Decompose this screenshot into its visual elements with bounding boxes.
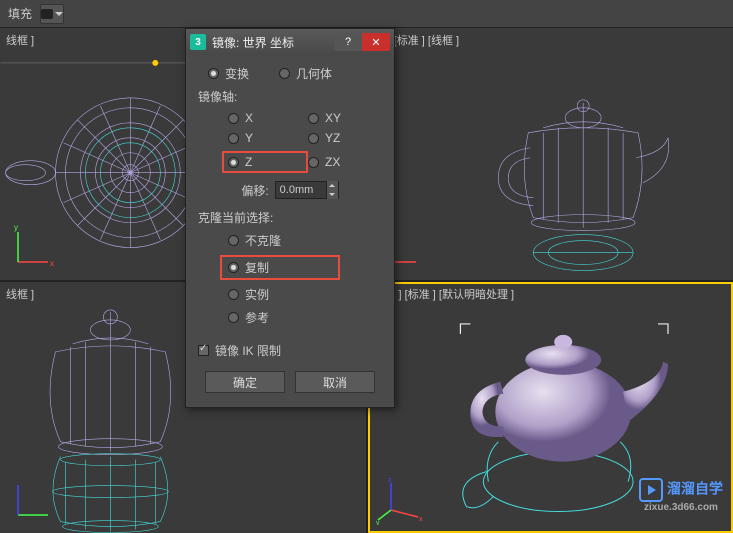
- axis-z-label: Z: [245, 155, 252, 169]
- axis-xy-radio[interactable]: XY: [308, 111, 368, 125]
- play-icon: [639, 478, 663, 502]
- axis-gizmo-perspective: x y z: [376, 475, 426, 525]
- radio-icon: [208, 68, 219, 79]
- fill-color-button[interactable]: [40, 4, 64, 24]
- mode-geometry-radio[interactable]: 几何体: [279, 65, 332, 82]
- axis-gizmo-top: x y: [8, 222, 58, 272]
- cancel-button[interactable]: 取消: [295, 371, 375, 393]
- spinner-up-button[interactable]: [326, 181, 338, 190]
- viewport-top-label: 线框 ]: [6, 32, 34, 48]
- clone-instance-radio[interactable]: 实例: [228, 286, 382, 303]
- axis-x-radio[interactable]: X: [228, 111, 308, 125]
- clone-copy-radio[interactable]: 复制: [220, 255, 340, 280]
- fill-label: 填充: [8, 5, 32, 22]
- svg-text:y: y: [14, 223, 18, 232]
- axis-zx-radio[interactable]: ZX: [308, 151, 368, 173]
- radio-icon: [308, 113, 319, 124]
- clone-none-radio[interactable]: 不克隆: [228, 232, 382, 249]
- axis-zx-label: ZX: [325, 155, 340, 169]
- watermark: 溜溜自学 zixue.3d66.com: [639, 478, 723, 513]
- axis-x-label: X: [245, 111, 253, 125]
- clone-section-label: 克隆当前选择:: [198, 209, 382, 226]
- axis-z-radio[interactable]: Z: [222, 151, 308, 173]
- svg-text:z: z: [388, 477, 392, 484]
- clone-instance-label: 实例: [245, 286, 269, 303]
- offset-label: 偏移:: [241, 182, 268, 199]
- radio-icon: [228, 312, 239, 323]
- viewport-front[interactable]: 前 ] [标准 ] [线框 ]: [368, 28, 733, 280]
- clone-reference-label: 参考: [245, 309, 269, 326]
- svg-text:y: y: [376, 520, 380, 525]
- mode-geometry-label: 几何体: [296, 65, 332, 82]
- offset-spinner[interactable]: 0.0mm: [275, 181, 339, 199]
- offset-value: 0.0mm: [276, 184, 326, 196]
- radio-icon: [228, 235, 239, 246]
- ik-limit-label: 镜像 IK 限制: [215, 342, 281, 359]
- clone-none-label: 不克隆: [245, 232, 281, 249]
- main-toolbar: 填充: [0, 0, 733, 28]
- radio-icon: [228, 289, 239, 300]
- ok-button[interactable]: 确定: [205, 371, 285, 393]
- radio-icon: [228, 113, 239, 124]
- axis-yz-radio[interactable]: YZ: [308, 131, 368, 145]
- mode-transform-label: 变换: [225, 65, 249, 82]
- mirror-axis-label: 镜像轴:: [198, 88, 382, 105]
- radio-icon: [228, 133, 239, 144]
- viewport-perspective[interactable]: 透视 ] [标准 ] [默认明暗处理 ]: [368, 282, 733, 533]
- axis-y-label: Y: [245, 131, 253, 145]
- radio-icon: [308, 157, 319, 168]
- radio-icon: [228, 262, 239, 273]
- radio-icon: [308, 133, 319, 144]
- svg-text:x: x: [50, 259, 54, 268]
- watermark-brand: 溜溜自学: [667, 481, 723, 497]
- ik-limit-checkbox[interactable]: [198, 345, 209, 356]
- app-icon: 3: [190, 34, 206, 50]
- mirror-dialog: 3 镜像: 世界 坐标 ? ✕ 变换 几何体 镜像轴: X: [185, 28, 395, 408]
- spinner-down-button[interactable]: [326, 190, 338, 199]
- axis-y-radio[interactable]: Y: [228, 131, 308, 145]
- clone-copy-label: 复制: [245, 259, 269, 276]
- close-button[interactable]: ✕: [362, 33, 390, 51]
- radio-icon: [228, 157, 239, 168]
- svg-text:x: x: [419, 516, 423, 523]
- help-button[interactable]: ?: [334, 33, 362, 51]
- mode-transform-radio[interactable]: 变换: [208, 65, 249, 82]
- axis-xy-label: XY: [325, 111, 341, 125]
- watermark-url: zixue.3d66.com: [639, 502, 723, 513]
- dialog-title: 镜像: 世界 坐标: [212, 34, 328, 51]
- axis-yz-label: YZ: [325, 131, 340, 145]
- clone-reference-radio[interactable]: 参考: [228, 309, 382, 326]
- radio-icon: [279, 68, 290, 79]
- axis-gizmo-left: [8, 475, 58, 525]
- dialog-titlebar[interactable]: 3 镜像: 世界 坐标 ? ✕: [186, 29, 394, 55]
- viewport-left-label: 线框 ]: [6, 286, 34, 302]
